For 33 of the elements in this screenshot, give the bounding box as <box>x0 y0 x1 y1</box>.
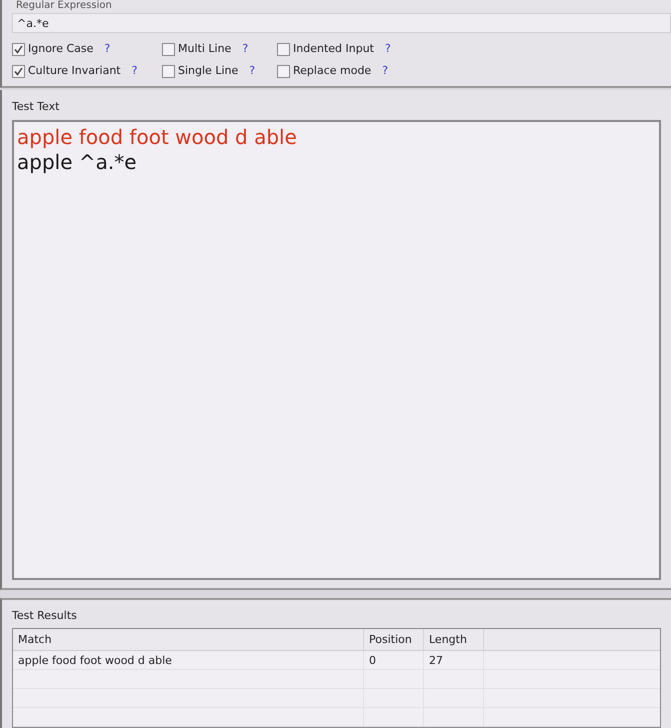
table-cell: apple food foot wood d able <box>13 651 364 669</box>
column-header[interactable]: Position <box>364 629 424 650</box>
checkbox[interactable] <box>277 64 290 78</box>
help-link[interactable]: ? <box>242 40 248 58</box>
option-label: Culture Invariant <box>28 62 121 79</box>
checkbox[interactable] <box>162 64 175 78</box>
checkbox[interactable] <box>12 64 25 78</box>
option-label: Indented Input <box>293 40 374 57</box>
table-cell: 27 <box>424 651 484 669</box>
help-link[interactable]: ? <box>249 62 256 80</box>
help-link[interactable]: ? <box>104 40 110 58</box>
check-icon <box>14 44 23 54</box>
column-header[interactable]: Length <box>424 629 484 650</box>
option-label: Replace mode <box>293 62 372 79</box>
panel-title: Regular Expression <box>16 0 112 12</box>
test-text-area[interactable]: apple food foot wood d able apple ^a.*e <box>12 120 661 580</box>
text-line: apple food foot wood d able <box>17 124 298 150</box>
regex-input-field[interactable]: ^a.*e <box>12 13 671 33</box>
table-cell: 0 <box>364 651 424 669</box>
panel-title: Test Text <box>12 100 60 114</box>
help-link[interactable]: ? <box>382 62 388 80</box>
panel-title: Test Results <box>12 609 78 623</box>
option-label: Multi Line <box>178 40 232 57</box>
checkbox[interactable] <box>12 42 25 56</box>
option-label: Ignore Case <box>28 40 94 57</box>
option-label: Single Line <box>178 62 238 79</box>
checkbox[interactable] <box>162 42 175 56</box>
help-link[interactable]: ? <box>384 40 391 58</box>
column-header[interactable]: Match <box>13 629 364 650</box>
text-line: apple ^a.*e <box>17 150 138 175</box>
checkbox[interactable] <box>277 42 290 56</box>
help-link[interactable]: ? <box>132 62 138 80</box>
check-icon <box>14 66 23 76</box>
